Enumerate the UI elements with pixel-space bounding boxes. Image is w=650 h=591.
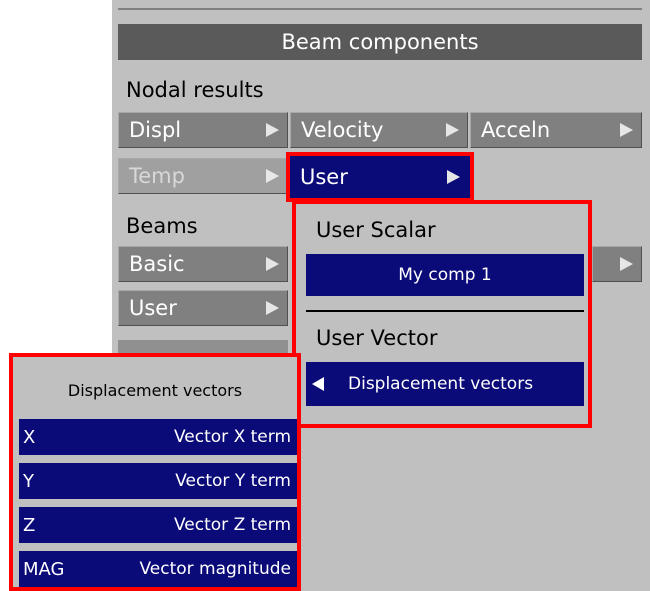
submenu-arrow-icon — [447, 170, 460, 184]
submenu-back-arrow-icon — [312, 377, 324, 391]
user-nodal-button[interactable]: User — [286, 152, 474, 202]
displacement-vectors-label: Displacement vectors — [348, 374, 534, 394]
submenu-arrow-icon — [620, 257, 633, 271]
velocity-label: Velocity — [301, 118, 384, 142]
displ-label: Displ — [129, 118, 182, 142]
user-vector-heading: User Vector — [316, 326, 438, 350]
vector-x-term-item[interactable]: X Vector X term — [19, 419, 297, 455]
vector-y-key: Y — [23, 470, 34, 492]
beam-extra-button[interactable] — [592, 246, 642, 282]
temp-label: Temp — [129, 164, 185, 188]
my-comp-1-label: My comp 1 — [398, 265, 492, 285]
vector-z-term-item[interactable]: Z Vector Z term — [19, 507, 297, 543]
submenu-arrow-icon — [266, 123, 279, 137]
popup-divider — [306, 310, 584, 312]
displacement-vectors-title: Displacement vectors — [67, 380, 243, 400]
user-components-popup: User Scalar My comp 1 User Vector Displa… — [292, 200, 592, 428]
basic-label: Basic — [129, 252, 185, 276]
vector-z-label: Vector Z term — [174, 515, 291, 535]
panel-divider — [118, 8, 642, 10]
beam-user-label: User — [129, 296, 177, 320]
basic-button[interactable]: Basic — [118, 246, 288, 282]
submenu-arrow-icon — [266, 257, 279, 271]
displacement-vectors-item[interactable]: Displacement vectors — [306, 362, 584, 406]
panel-header: Beam components — [118, 24, 642, 60]
vector-y-label: Vector Y term — [175, 471, 291, 491]
vector-mag-key: MAG — [23, 558, 65, 580]
velocity-button[interactable]: Velocity — [290, 112, 468, 148]
submenu-arrow-icon — [266, 301, 279, 315]
displ-button[interactable]: Displ — [118, 112, 288, 148]
vector-z-key: Z — [23, 514, 36, 536]
submenu-arrow-icon — [266, 169, 279, 183]
nodal-results-label: Nodal results — [126, 78, 264, 102]
acceln-label: Acceln — [481, 118, 551, 142]
vector-y-term-item[interactable]: Y Vector Y term — [19, 463, 297, 499]
displacement-vectors-popup: Displacement vectors X Vector X term Y V… — [9, 353, 301, 591]
submenu-arrow-icon — [446, 123, 459, 137]
acceln-button[interactable]: Acceln — [470, 112, 642, 148]
vector-x-key: X — [23, 426, 36, 448]
beam-user-button[interactable]: User — [118, 290, 288, 326]
submenu-arrow-icon — [620, 123, 633, 137]
partial-button — [118, 340, 288, 354]
user-nodal-label: User — [300, 165, 348, 189]
beams-label: Beams — [126, 214, 198, 238]
user-scalar-heading: User Scalar — [316, 218, 436, 242]
vector-x-label: Vector X term — [174, 427, 291, 447]
temp-button[interactable]: Temp — [118, 158, 288, 194]
panel-header-label: Beam components — [281, 30, 479, 54]
vector-magnitude-item[interactable]: MAG Vector magnitude — [19, 551, 297, 587]
vector-mag-label: Vector magnitude — [139, 559, 291, 579]
my-comp-1-item[interactable]: My comp 1 — [306, 254, 584, 296]
